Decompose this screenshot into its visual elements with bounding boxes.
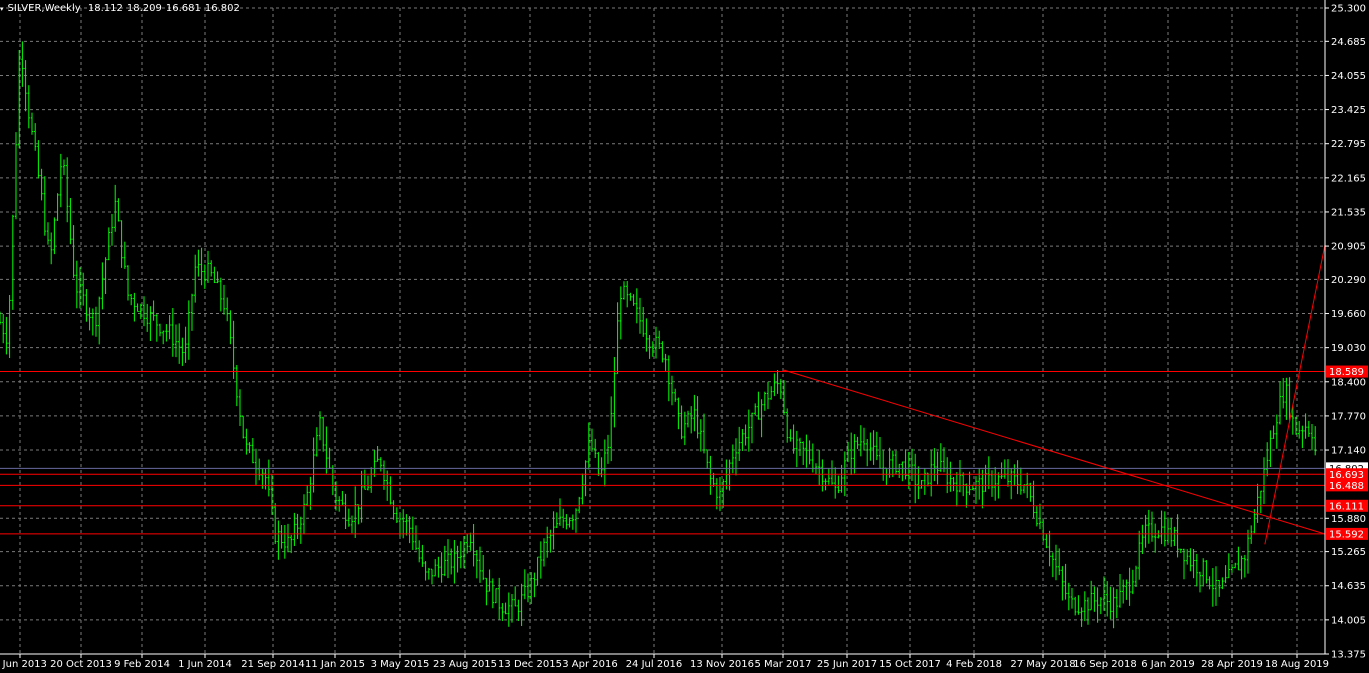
- x-tick-label: 3 Apr 2016: [562, 659, 617, 670]
- x-tick-label: 6 Jan 2019: [1141, 659, 1195, 670]
- price-chart[interactable]: 25.300 24.685 24.055 23.425 22.795 22.165 21.5…: [0, 0, 1369, 673]
- x-tick-label: 3 May 2015: [371, 659, 430, 670]
- x-tick-label: 4 Feb 2018: [946, 659, 1002, 670]
- x-tick-label: 24 Jul 2016: [626, 659, 683, 670]
- y-tick-label: 19.030: [1331, 343, 1366, 354]
- x-tick-label: 27 May 2018: [1010, 659, 1075, 670]
- y-tick-label: 14.005: [1331, 615, 1366, 626]
- y-tick-label: 19.660: [1331, 309, 1366, 320]
- x-tick-label: 20 Oct 2013: [50, 659, 112, 670]
- x-tick-label: 9 Jun 2013: [0, 659, 47, 670]
- ohlc-low: 16.681: [165, 3, 201, 14]
- level-price-label: 16.111: [1329, 501, 1364, 512]
- x-tick-label: 25 Jun 2017: [817, 659, 877, 670]
- y-tick-label: 22.165: [1331, 173, 1366, 184]
- x-tick-label: 9 Feb 2014: [114, 659, 170, 670]
- menu-triangle-icon[interactable]: ▾: [0, 5, 4, 13]
- y-tick-label: 15.880: [1331, 514, 1366, 525]
- x-tick-label: 15 Oct 2017: [879, 659, 941, 670]
- level-price-label: 16.488: [1329, 481, 1364, 492]
- ohlc-high: 18.209: [126, 3, 162, 14]
- y-tick-label: 14.635: [1331, 581, 1366, 592]
- x-tick-label: 5 Mar 2017: [754, 659, 811, 670]
- x-tick-label: 1 Jun 2014: [178, 659, 232, 670]
- y-tick-label: 20.905: [1331, 242, 1366, 253]
- x-tick-label: 21 Sep 2014: [241, 659, 304, 670]
- y-tick-label: 20.290: [1331, 275, 1366, 286]
- ohlc-open: 18.112: [87, 3, 123, 14]
- x-tick-label: 18 Aug 2019: [1265, 659, 1329, 670]
- x-tick-label: 28 Apr 2019: [1201, 659, 1263, 670]
- y-tick-label: 17.140: [1331, 446, 1366, 457]
- x-tick-label: 23 Aug 2015: [433, 659, 497, 670]
- y-tick-label: 21.535: [1331, 207, 1366, 218]
- x-tick-label: 13 Nov 2016: [690, 659, 754, 670]
- chart-header: ▾ SILVER,Weekly 18.112 18.209 16.681 16.802: [0, 2, 244, 16]
- y-tick-label: 18.400: [1331, 377, 1366, 388]
- ohlc-close: 16.802: [204, 3, 240, 14]
- level-price-label: 16.693: [1329, 470, 1364, 481]
- y-tick-label: 17.770: [1331, 411, 1366, 422]
- x-tick-label: 16 Sep 2018: [1073, 659, 1136, 670]
- symbol-label: SILVER,Weekly: [7, 3, 81, 14]
- level-price-label: 15.592: [1329, 529, 1364, 540]
- y-tick-label: 22.795: [1331, 139, 1366, 150]
- y-tick-label: 25.300: [1331, 4, 1366, 15]
- x-tick-label: 13 Dec 2015: [498, 659, 562, 670]
- y-tick-label: 13.375: [1331, 650, 1366, 661]
- y-tick-label: 24.685: [1331, 37, 1366, 48]
- x-tick-label: 11 Jan 2015: [305, 659, 365, 670]
- y-tick-label: 24.055: [1331, 71, 1366, 82]
- y-tick-label: 23.425: [1331, 105, 1366, 116]
- y-tick-label: 15.265: [1331, 547, 1366, 558]
- level-price-label: 18.589: [1329, 367, 1364, 378]
